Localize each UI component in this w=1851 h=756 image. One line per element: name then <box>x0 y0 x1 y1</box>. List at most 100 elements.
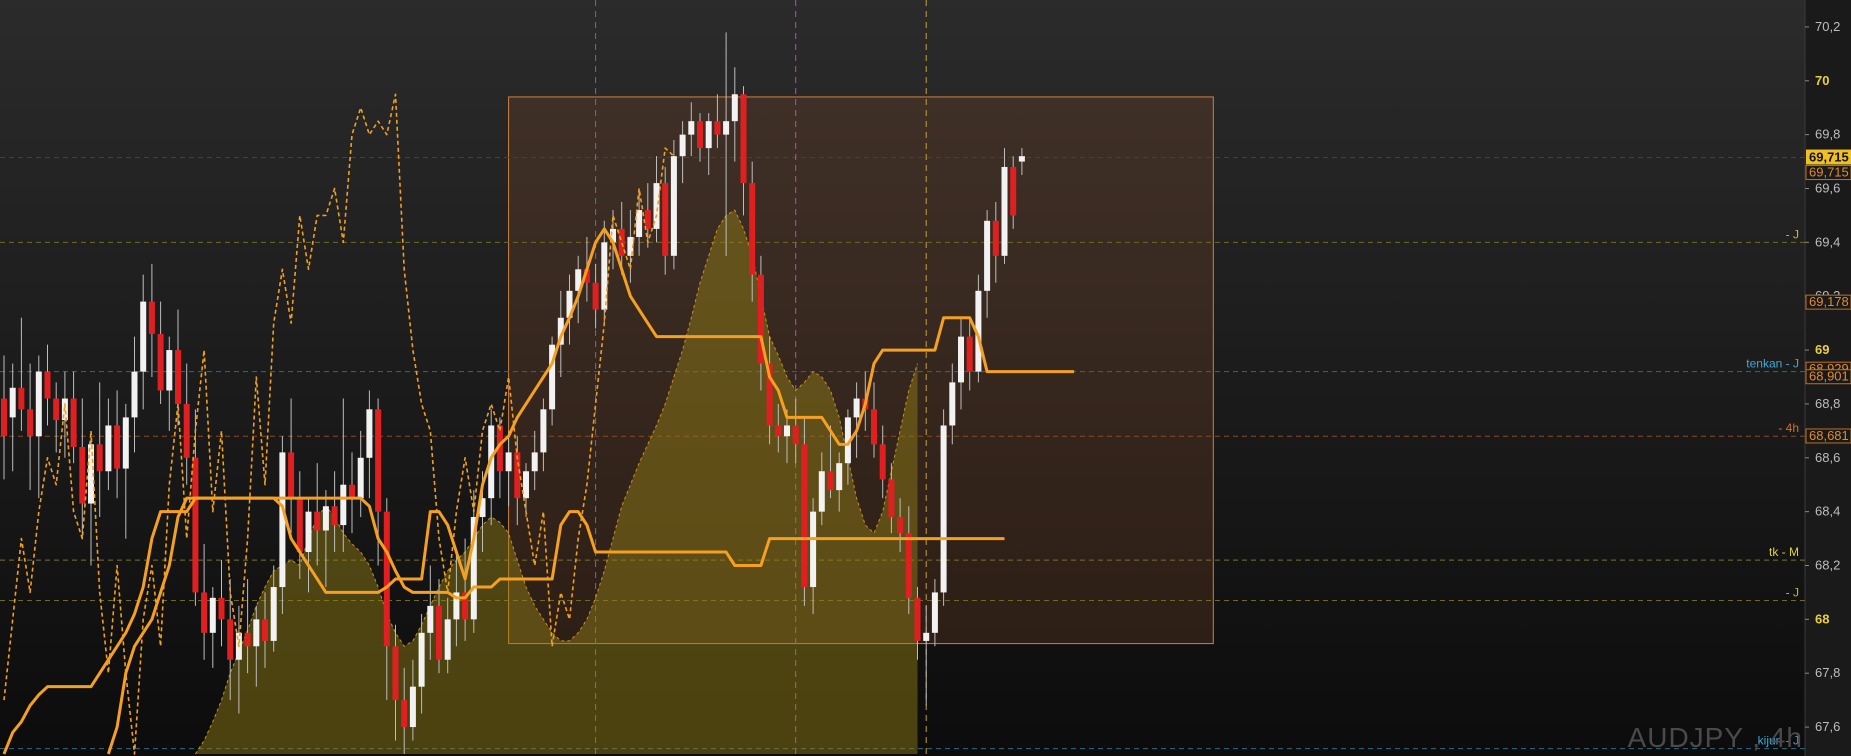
candle-body <box>801 444 808 588</box>
candle-body <box>270 587 277 641</box>
candle-body <box>827 471 834 491</box>
candle-body <box>305 511 312 553</box>
candle-body <box>984 220 991 291</box>
candle-body <box>784 425 790 437</box>
price-tick-label: 68,8 <box>1815 396 1840 411</box>
candle-body <box>357 457 364 499</box>
candle-body <box>723 121 730 135</box>
candle-body <box>9 387 16 418</box>
candle-body <box>175 350 181 404</box>
candle-body <box>409 686 416 728</box>
candle-body <box>418 632 425 687</box>
candle-body <box>383 511 390 647</box>
price-tick-label: 69,4 <box>1815 234 1840 249</box>
candle-body <box>914 597 921 641</box>
price-tag-label: 69,715 <box>1809 165 1849 180</box>
candle-body <box>897 517 904 534</box>
candle-body <box>731 94 738 122</box>
candle-body <box>349 484 355 499</box>
level-label: tk - M <box>1769 545 1799 559</box>
price-tick-label: 68 <box>1815 611 1829 626</box>
candle-body <box>505 452 512 472</box>
price-tick-label: 70 <box>1815 73 1829 88</box>
candle-body <box>114 425 121 469</box>
price-tick-label: 69,8 <box>1815 127 1840 142</box>
price-tick-label: 67,8 <box>1815 665 1840 680</box>
candle-body <box>192 457 199 593</box>
candle-body <box>905 533 912 598</box>
candle-body <box>375 409 382 512</box>
candle-body <box>1018 156 1025 162</box>
candle-body <box>140 301 147 372</box>
candle-body <box>531 452 538 472</box>
candle-body <box>35 371 42 437</box>
candle-body <box>183 403 190 458</box>
candle-body <box>523 471 529 499</box>
candle-body <box>714 121 721 135</box>
price-tick-label: 68,2 <box>1815 558 1840 573</box>
candle-body <box>262 619 268 641</box>
ichimoku-chart[interactable]: - Jtenkan - J- 4h tk - M- Jkijun - J 70,2 7… <box>0 0 1851 756</box>
candle-body <box>1 398 7 437</box>
candle-body <box>923 632 930 641</box>
candle-body <box>340 484 347 526</box>
candle-body <box>697 121 703 149</box>
candle-body <box>662 183 669 256</box>
symbol-watermark: AUDJPY , 4h <box>1627 722 1803 753</box>
chart-canvas[interactable]: - Jtenkan - J- 4htk - M- Jkijun - J70,27… <box>0 0 1851 756</box>
price-tag-label: 68,681 <box>1809 428 1849 443</box>
candle-body <box>44 371 51 399</box>
candle-body <box>288 452 295 499</box>
candle-body <box>253 619 260 647</box>
level-label: tenkan - J <box>1746 357 1799 371</box>
candle-body <box>131 371 138 418</box>
price-tick-label: 69,6 <box>1815 181 1840 196</box>
candle-body <box>792 425 799 445</box>
candle-body <box>958 336 964 383</box>
candle-body <box>592 282 599 310</box>
candle-body <box>331 506 338 526</box>
candle-body <box>209 597 216 633</box>
candle-body <box>70 398 77 448</box>
candle-body <box>157 333 164 391</box>
candle-body <box>366 409 373 458</box>
candle-body <box>931 592 938 633</box>
candle-body <box>148 301 155 334</box>
price-tick-label: 68,4 <box>1815 504 1840 519</box>
candle-body <box>314 511 321 531</box>
candle-body <box>166 350 173 391</box>
current-price-label: 69,715 <box>1809 150 1849 165</box>
candle-body <box>636 210 643 237</box>
candle-body <box>853 398 860 418</box>
candle-body <box>96 444 103 472</box>
candle-body <box>1001 166 1008 256</box>
price-tick-label: 70,2 <box>1815 19 1840 34</box>
price-tick-label: 69 <box>1815 342 1829 357</box>
candle-body <box>122 417 129 469</box>
candle-body <box>888 479 895 518</box>
candle-body <box>201 592 208 633</box>
candle-body <box>218 597 225 620</box>
candle-body <box>688 121 695 135</box>
candle-body <box>27 409 34 437</box>
candle-body <box>749 183 756 275</box>
candle-body <box>879 444 886 480</box>
candle-body <box>836 463 843 491</box>
candle-body <box>53 398 60 421</box>
candle-body <box>818 471 825 512</box>
price-tag-label: 69,178 <box>1809 294 1849 309</box>
candle-body <box>618 228 625 256</box>
candle-body <box>18 387 25 410</box>
candle-body <box>966 336 973 372</box>
candle-body <box>670 156 677 256</box>
candle-body <box>296 498 303 553</box>
candle-body <box>1010 166 1017 216</box>
candle-body <box>949 382 956 426</box>
candle-body <box>79 447 86 504</box>
candle-body <box>740 94 747 184</box>
price-tag-label: 68,901 <box>1809 369 1849 384</box>
candle-body <box>810 511 817 588</box>
candle-body <box>105 425 112 472</box>
candle-body <box>322 506 329 531</box>
candle-body <box>392 646 399 701</box>
